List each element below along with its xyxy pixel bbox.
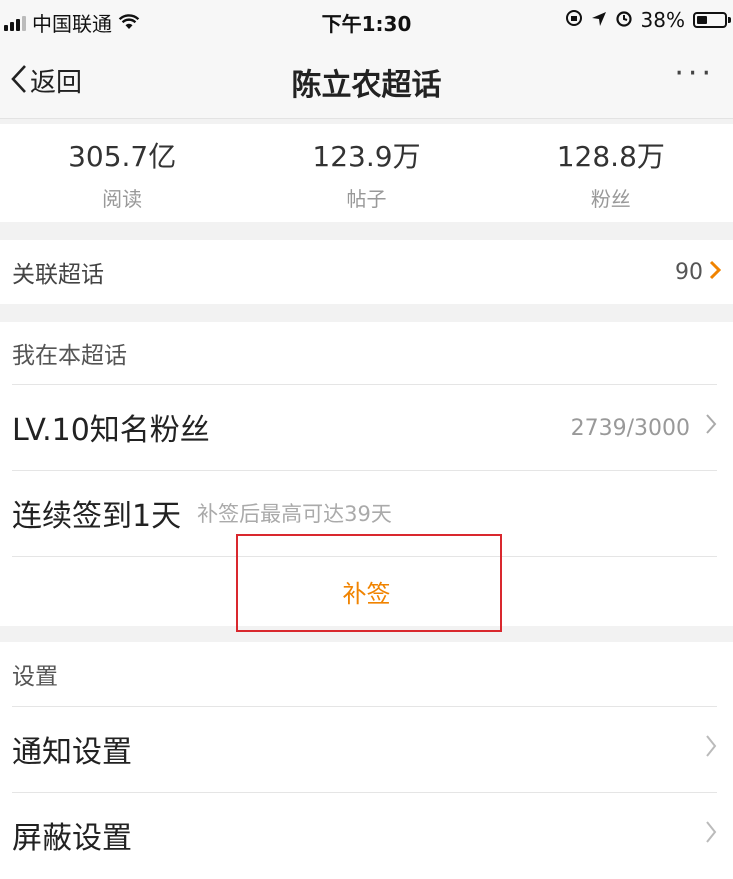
- stat-posts[interactable]: 123.9万 帖子: [244, 124, 488, 222]
- status-bar: 中国联通 下午1:30 38%: [0, 0, 733, 42]
- setting-label: 屏蔽设置: [12, 821, 132, 856]
- checkin-streak-hint: 补签后最高可达39天: [197, 502, 392, 526]
- notification-settings-row[interactable]: 通知设置: [12, 706, 717, 792]
- battery-percent: 38%: [640, 8, 685, 32]
- fan-level-name: LV.10知名粉丝: [12, 413, 210, 448]
- highlight-box: [236, 534, 502, 632]
- fan-level-progress-group: 2739/3000: [571, 413, 717, 441]
- chevron-right-icon: [709, 258, 722, 286]
- related-topics-count-group: 90: [675, 258, 722, 286]
- stat-value: 123.9万: [312, 139, 421, 173]
- setting-label: 通知设置: [12, 735, 132, 770]
- stats-panel: 305.7亿 阅读 123.9万 帖子 128.8万 粉丝: [0, 124, 733, 222]
- my-section-header: 我在本超话: [12, 343, 127, 369]
- fan-level-progress: 2739/3000: [570, 416, 690, 441]
- related-topics-label: 关联超话: [12, 262, 104, 288]
- stat-label: 阅读: [102, 186, 143, 211]
- page-title: 陈立农超话: [291, 68, 442, 103]
- chevron-right-icon: [705, 734, 717, 765]
- location-icon: [591, 8, 607, 32]
- alarm-icon: [615, 8, 633, 32]
- related-topics-row[interactable]: 关联超话 90: [0, 240, 733, 304]
- fan-level-row[interactable]: LV.10知名粉丝 2739/3000: [12, 384, 717, 470]
- stat-value: 305.7亿: [68, 139, 177, 173]
- settings-header: 设置: [12, 664, 58, 690]
- checkin-streak: 连续签到1天: [12, 499, 182, 534]
- more-options-button[interactable]: ···: [674, 56, 715, 91]
- status-right: 38%: [565, 8, 731, 32]
- settings-section: 设置 通知设置 屏蔽设置: [0, 642, 733, 879]
- stat-fans[interactable]: 128.8万 粉丝: [489, 124, 733, 222]
- stat-reads[interactable]: 305.7亿 阅读: [0, 124, 244, 222]
- block-settings-row[interactable]: 屏蔽设置: [12, 792, 717, 878]
- nav-bar: 返回 陈立农超话 ···: [0, 42, 733, 119]
- related-topics-count: 90: [675, 259, 703, 285]
- my-section: 我在本超话 LV.10知名粉丝 2739/3000 连续签到1天 补签后最高可达…: [0, 322, 733, 632]
- stat-label: 帖子: [346, 186, 387, 211]
- battery-icon: [693, 12, 731, 28]
- stat-label: 粉丝: [590, 186, 631, 211]
- orientation-lock-icon: [565, 8, 583, 32]
- chevron-right-icon: [705, 413, 717, 441]
- stat-value: 128.8万: [556, 139, 665, 173]
- chevron-right-icon: [705, 820, 717, 851]
